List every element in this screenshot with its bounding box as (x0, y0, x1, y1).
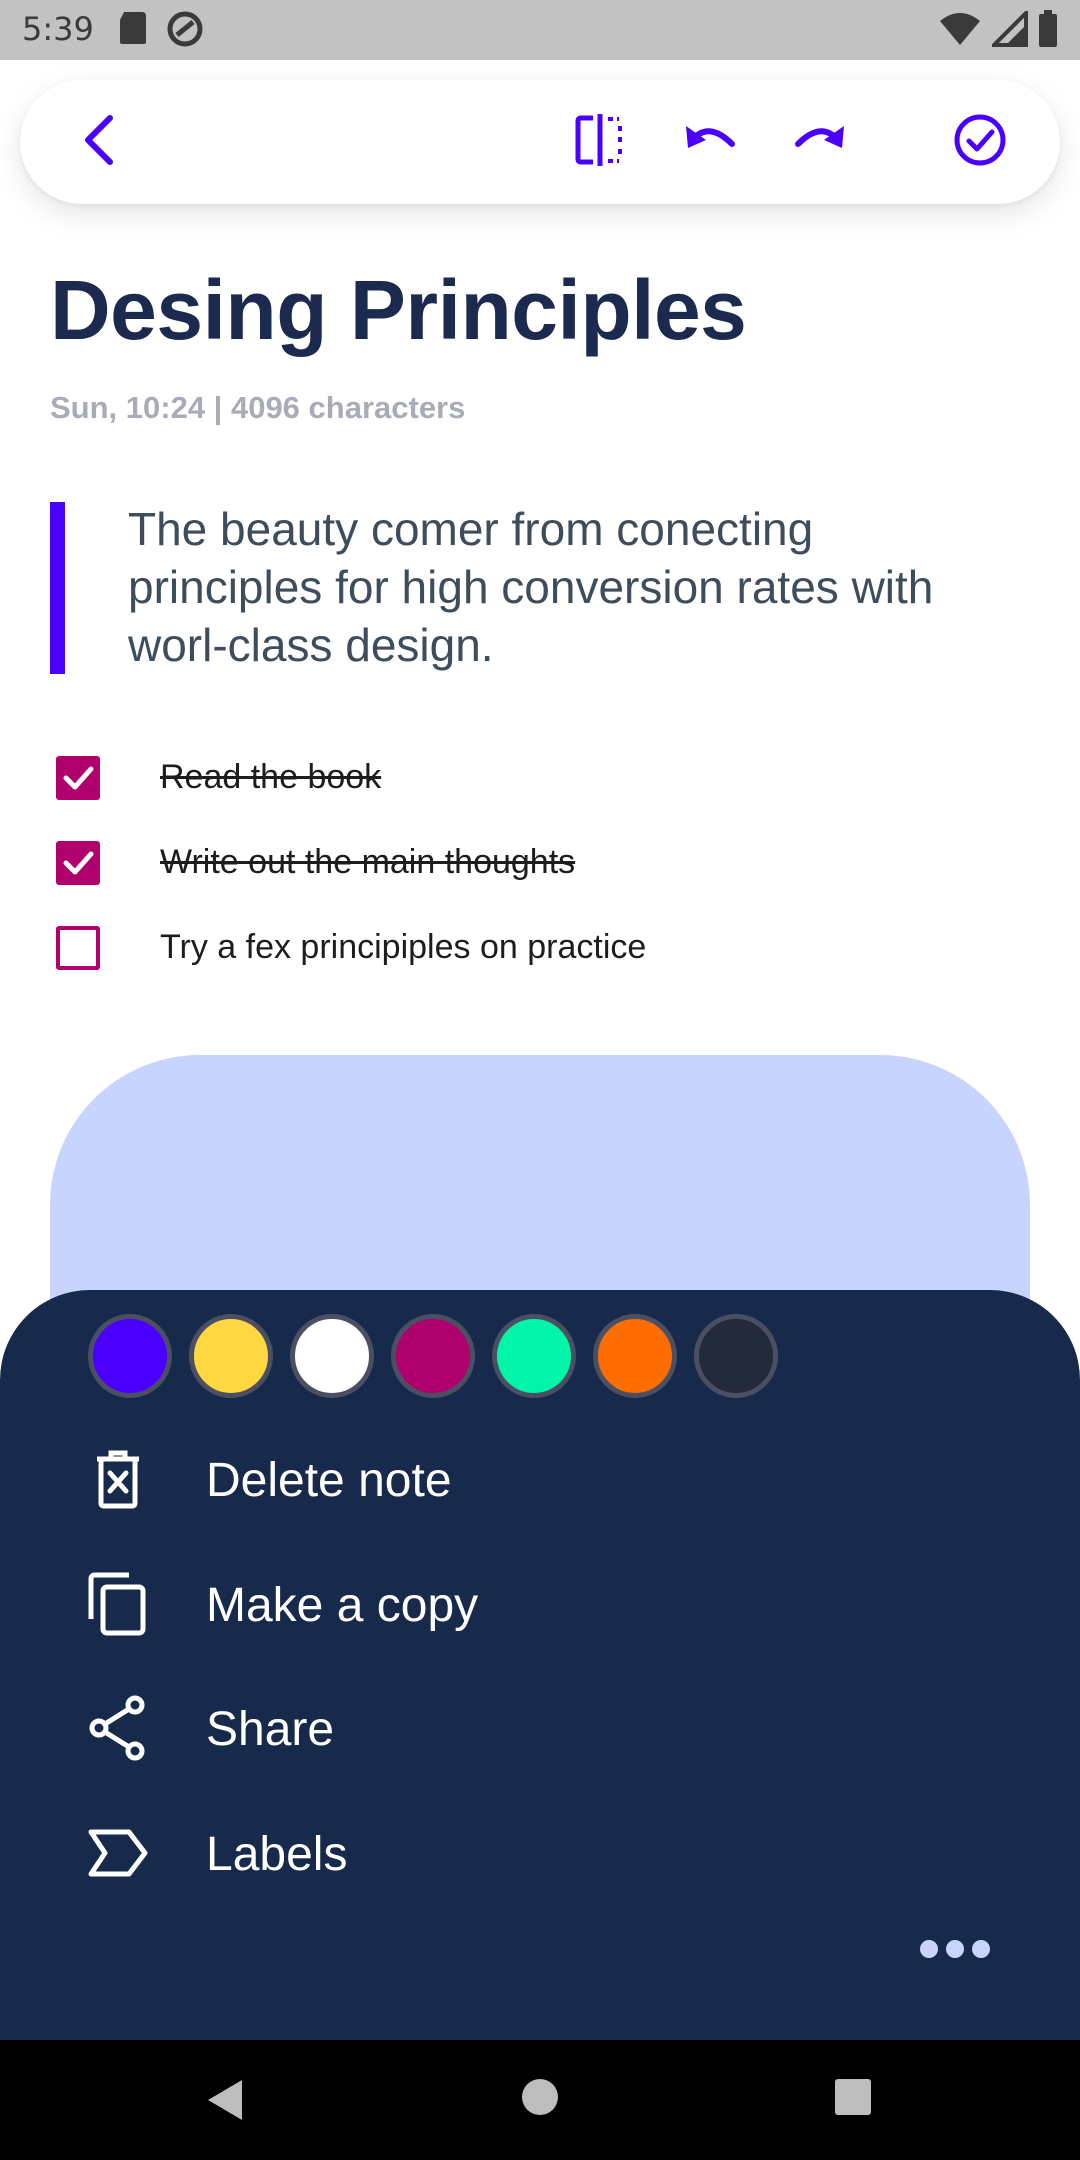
task-item: Try a fex principiples on practice (56, 926, 956, 974)
quote-accent-bar (50, 502, 65, 674)
labels-button[interactable]: Labels (80, 1803, 980, 1903)
redo-button[interactable] (790, 112, 850, 172)
delete-icon (80, 1441, 156, 1517)
status-right-icons (938, 8, 1058, 53)
color-swatch-white[interactable] (290, 1314, 374, 1398)
sd-card-icon (118, 10, 148, 53)
status-bar: 5:39 (0, 0, 1080, 60)
nav-home-icon[interactable] (521, 2078, 559, 2121)
menu-label: Make a copy (206, 1579, 479, 1632)
task-label[interactable]: Write out the main thoughts (160, 843, 575, 882)
undo-button[interactable] (680, 112, 740, 172)
quote-text[interactable]: The beauty comer from conecting principl… (128, 500, 988, 674)
checkmark-icon (63, 851, 94, 875)
note-meta: Sun, 10:24 | 4096 characters (50, 390, 466, 425)
status-time: 5:39 (22, 10, 94, 48)
color-swatch-green[interactable] (492, 1314, 576, 1398)
split-view-icon (575, 113, 625, 171)
task-item: Write out the main thoughts (56, 841, 956, 889)
note-title[interactable]: Desing Principles (50, 262, 747, 359)
status-left-icons (118, 10, 204, 53)
copy-icon (80, 1566, 156, 1642)
system-nav-bar (0, 2040, 1080, 2160)
done-button[interactable] (950, 112, 1010, 172)
done-check-icon (953, 113, 1007, 172)
label-icon (80, 1815, 156, 1891)
wifi-icon (938, 11, 982, 52)
split-view-button[interactable] (570, 112, 630, 172)
more-horizontal-icon[interactable] (920, 1940, 990, 1958)
make-copy-button[interactable]: Make a copy (80, 1554, 980, 1654)
task-checkbox[interactable] (56, 841, 100, 885)
menu-label: Delete note (206, 1454, 452, 1507)
color-swatch-yellow[interactable] (189, 1314, 273, 1398)
undo-icon (682, 120, 738, 165)
back-icon (80, 114, 120, 171)
color-swatch-orange[interactable] (593, 1314, 677, 1398)
task-label[interactable]: Read the book (160, 758, 381, 797)
checkmark-icon (63, 766, 94, 790)
battery-icon (1038, 10, 1058, 53)
nav-recents-icon[interactable] (834, 2078, 872, 2121)
delete-note-button[interactable]: Delete note (80, 1429, 980, 1529)
task-item: Read the book (56, 756, 956, 804)
task-checkbox[interactable] (56, 926, 100, 970)
menu-label: Share (206, 1703, 335, 1756)
sync-icon (166, 10, 204, 53)
nav-back-icon[interactable] (204, 2078, 244, 2127)
editor-toolbar (20, 80, 1060, 204)
color-swatch-purple[interactable] (88, 1314, 172, 1398)
back-button[interactable] (70, 112, 130, 172)
options-sheet: Delete note Make a copy Share Labels (0, 1290, 1080, 2040)
share-icon (80, 1690, 156, 1766)
share-button[interactable]: Share (80, 1678, 980, 1778)
menu-label: Labels (206, 1828, 348, 1881)
signal-icon (989, 8, 1028, 52)
redo-icon (792, 120, 848, 165)
color-swatches (88, 1314, 778, 1398)
task-checkbox[interactable] (56, 756, 100, 800)
task-label[interactable]: Try a fex principiples on practice (160, 928, 646, 967)
color-swatch-magenta[interactable] (391, 1314, 475, 1398)
color-swatch-dark[interactable] (694, 1314, 778, 1398)
